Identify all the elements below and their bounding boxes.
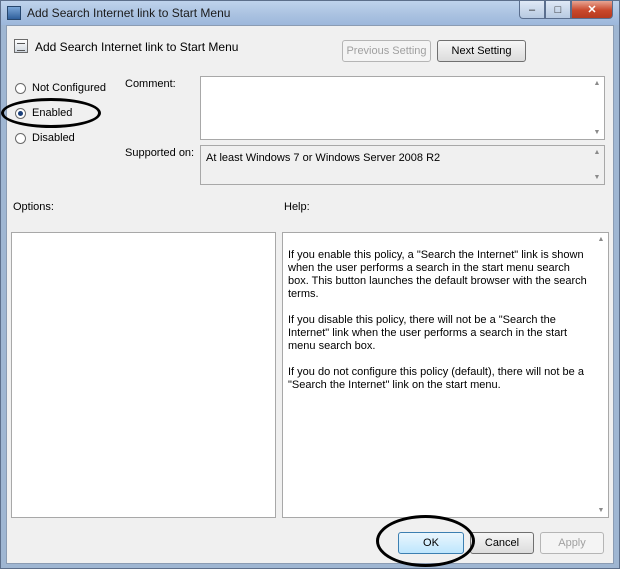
next-setting-button[interactable]: Next Setting: [437, 40, 526, 62]
close-icon: ✕: [587, 4, 597, 16]
cancel-button[interactable]: Cancel: [470, 532, 534, 554]
help-paragraph: If you enable this policy, a "Search the…: [288, 249, 587, 300]
ok-highlight-ellipse: [376, 515, 475, 567]
help-scrollbar[interactable]: ▲ ▼: [594, 233, 608, 517]
previous-setting-label: Previous Setting: [346, 45, 427, 57]
apply-button[interactable]: Apply: [540, 532, 604, 554]
apply-button-label: Apply: [558, 537, 586, 549]
supported-on-value: At least Windows 7 or Windows Server 200…: [206, 152, 441, 164]
comment-textarea[interactable]: ▲ ▼: [200, 76, 605, 140]
scroll-up-icon[interactable]: ▲: [594, 80, 601, 87]
title-bar[interactable]: Add Search Internet link to Start Menu –…: [1, 1, 619, 25]
supported-on-label: Supported on:: [125, 147, 195, 159]
maximize-icon: □: [554, 3, 562, 16]
supported-on-field: At least Windows 7 or Windows Server 200…: [200, 145, 605, 185]
scroll-down-icon[interactable]: ▼: [594, 174, 601, 181]
radio-disabled-label: Disabled: [32, 132, 75, 144]
radio-disabled-circle[interactable]: [15, 132, 26, 144]
help-paragraph: If you disable this policy, there will n…: [288, 314, 568, 352]
options-label: Options:: [13, 201, 54, 213]
close-button[interactable]: ✕: [571, 1, 613, 19]
policy-dialog-window: Add Search Internet link to Start Menu –…: [0, 0, 620, 569]
scroll-up-icon[interactable]: ▲: [594, 149, 601, 156]
options-panel: [11, 232, 276, 518]
radio-not-configured-label: Not Configured: [32, 82, 106, 94]
minimize-icon: –: [528, 3, 536, 16]
dialog-client-area: Add Search Internet link to Start Menu P…: [1, 25, 614, 567]
radio-not-configured[interactable]: Not Configured: [15, 82, 106, 94]
supported-scrollbar[interactable]: ▲ ▼: [590, 146, 604, 184]
help-panel: If you enable this policy, a "Search the…: [282, 232, 609, 518]
help-label: Help:: [284, 201, 310, 213]
window-title: Add Search Internet link to Start Menu: [27, 6, 231, 20]
comment-scrollbar[interactable]: ▲ ▼: [590, 77, 604, 139]
maximize-button[interactable]: □: [545, 1, 571, 19]
cancel-button-label: Cancel: [484, 537, 520, 549]
scroll-down-icon[interactable]: ▼: [598, 507, 605, 514]
help-paragraph: If you do not configure this policy (def…: [288, 366, 584, 391]
next-setting-label: Next Setting: [451, 45, 512, 57]
help-text: If you enable this policy, a "Search the…: [288, 249, 593, 405]
setting-title: Add Search Internet link to Start Menu: [35, 40, 239, 54]
enabled-highlight-ellipse: [1, 98, 101, 128]
policy-app-icon: [7, 6, 21, 20]
comment-label: Comment:: [125, 78, 176, 90]
radio-not-configured-circle[interactable]: [15, 82, 26, 94]
caption-buttons: – □ ✕: [519, 1, 613, 19]
scroll-up-icon[interactable]: ▲: [598, 236, 605, 243]
policy-setting-icon: [14, 39, 28, 53]
previous-setting-button[interactable]: Previous Setting: [342, 40, 431, 62]
scroll-down-icon[interactable]: ▼: [594, 129, 601, 136]
minimize-button[interactable]: –: [519, 1, 545, 19]
radio-disabled[interactable]: Disabled: [15, 132, 75, 144]
